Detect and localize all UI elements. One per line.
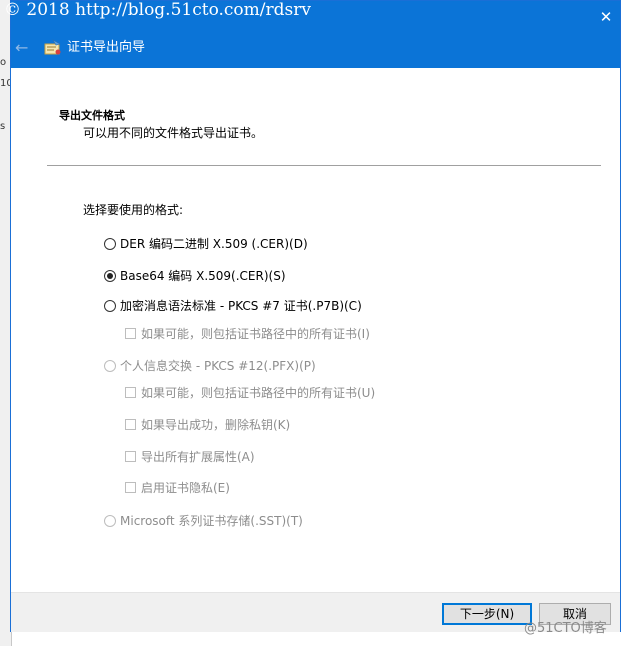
certificate-export-wizard-dialog: ✕ ← 证书导出向导 导出文件格式 可以用不同的文件格式导出证书。 选择要使用的… xyxy=(10,0,621,632)
option-pfx-include-all-label: 如果可能，则包括证书路径中的所有证书(U) xyxy=(141,386,376,400)
checkbox-pfx-export-extended xyxy=(125,451,136,462)
option-pfx-include-all: 如果可能，则包括证书路径中的所有证书(U) xyxy=(125,384,375,401)
option-pkcs7[interactable]: 加密消息语法标准 - PKCS #7 证书(.P7B)(C) xyxy=(104,297,362,314)
radio-pkcs7[interactable] xyxy=(104,299,116,312)
option-pfx-label: 个人信息交换 - PKCS #12(.PFX)(P) xyxy=(120,359,316,373)
radio-der[interactable] xyxy=(104,237,116,250)
option-pfx: 个人信息交换 - PKCS #12(.PFX)(P) xyxy=(104,357,316,374)
next-button[interactable]: 下一步(N) xyxy=(442,603,532,625)
option-base64-label: Base64 编码 X.509(.CER)(S) xyxy=(120,269,286,283)
option-der[interactable]: DER 编码二进制 X.509 (.CER)(D) xyxy=(104,235,308,252)
option-sst-label: Microsoft 系列证书存储(.SST)(T) xyxy=(120,514,303,528)
section-title: 导出文件格式 xyxy=(59,109,125,122)
section-subtitle: 可以用不同的文件格式导出证书。 xyxy=(83,126,264,140)
watermark-bottom: @51CTO博客 xyxy=(524,621,607,636)
background-text-1: o xyxy=(0,57,7,68)
option-pfx-export-extended-label: 导出所有扩展属性(A) xyxy=(141,450,255,464)
option-pfx-privacy-label: 启用证书隐私(E) xyxy=(141,481,230,495)
option-sst: Microsoft 系列证书存储(.SST)(T) xyxy=(104,512,303,529)
radio-sst xyxy=(104,514,116,527)
header-divider xyxy=(47,165,601,166)
checkbox-pfx-delete-key xyxy=(125,419,136,430)
dialog-title: 证书导出向导 xyxy=(67,40,146,55)
option-pkcs7-label: 加密消息语法标准 - PKCS #7 证书(.P7B)(C) xyxy=(120,299,362,313)
format-prompt: 选择要使用的格式: xyxy=(83,203,184,217)
option-pfx-delete-key-label: 如果导出成功，删除私钥(K) xyxy=(141,418,291,432)
option-base64[interactable]: Base64 编码 X.509(.CER)(S) xyxy=(104,267,286,284)
back-arrow-icon[interactable]: ← xyxy=(15,39,37,57)
close-button[interactable]: ✕ xyxy=(594,5,618,29)
watermark-top: © 2018 http://blog.51cto.com/rdsrv xyxy=(4,0,311,20)
background-text-3: s xyxy=(0,121,6,132)
option-pfx-export-extended: 导出所有扩展属性(A) xyxy=(125,448,255,465)
checkbox-pkcs7-include-all xyxy=(125,328,136,339)
option-der-label: DER 编码二进制 X.509 (.CER)(D) xyxy=(120,237,308,251)
option-pfx-delete-key: 如果导出成功，删除私钥(K) xyxy=(125,416,290,433)
checkbox-pfx-privacy xyxy=(125,482,136,493)
certificate-wizard-icon xyxy=(44,39,62,57)
option-pkcs7-include-all-label: 如果可能，则包括证书路径中的所有证书(I) xyxy=(141,327,370,341)
radio-base64[interactable] xyxy=(104,269,116,282)
checkbox-pfx-include-all xyxy=(125,387,136,398)
radio-pfx xyxy=(104,359,116,372)
option-pfx-privacy: 启用证书隐私(E) xyxy=(125,479,230,496)
option-pkcs7-include-all: 如果可能，则包括证书路径中的所有证书(I) xyxy=(125,325,370,342)
